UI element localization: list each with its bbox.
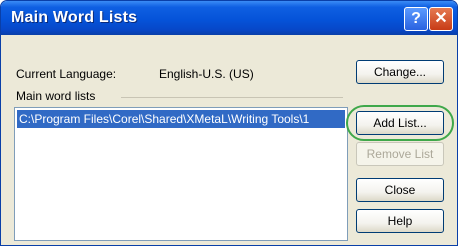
help-button[interactable]: Help	[356, 209, 444, 233]
close-icon[interactable]: ✕	[429, 7, 453, 31]
word-list-listbox[interactable]: C:\Program Files\Corel\Shared\XMetaL\Wri…	[14, 107, 348, 241]
dialog-title: Main Word Lists	[11, 9, 138, 26]
help-icon[interactable]: ?	[404, 7, 428, 31]
close-button[interactable]: Close	[356, 178, 444, 202]
title-bar[interactable]: Main Word Lists ? ✕	[1, 1, 457, 35]
current-language-value: English-U.S. (US)	[159, 67, 254, 81]
highlight-ring	[346, 105, 454, 141]
current-language-label: Current Language:	[16, 67, 117, 81]
group-divider	[121, 97, 343, 98]
change-button[interactable]: Change...	[356, 60, 444, 84]
main-word-lists-dialog: Main Word Lists ? ✕ Current Language: En…	[0, 0, 458, 246]
list-item[interactable]: C:\Program Files\Corel\Shared\XMetaL\Wri…	[17, 110, 345, 128]
main-word-lists-group-label: Main word lists	[16, 89, 96, 103]
remove-list-button[interactable]: Remove List	[356, 142, 444, 166]
